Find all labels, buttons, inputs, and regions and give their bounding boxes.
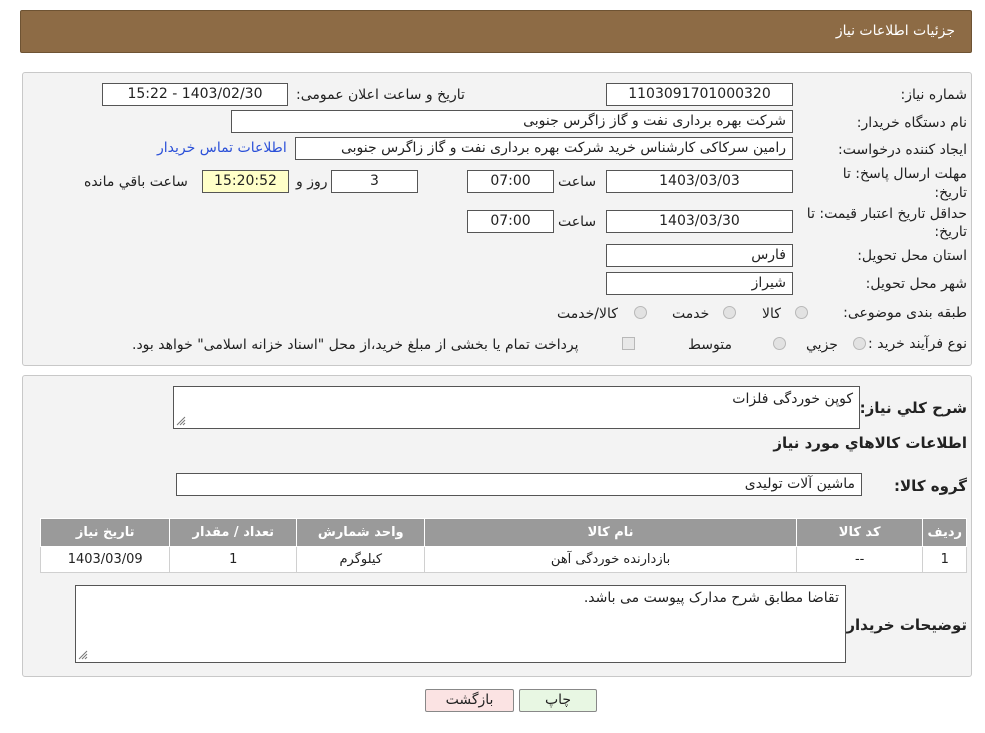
validity-label: حداقل تاریخ اعتبار قیمت: تا xyxy=(807,206,967,222)
description-text: کوپن خوردگی فلزات xyxy=(732,391,853,407)
page-header: جزئیات اطلاعات نیاز xyxy=(20,10,972,53)
deadline-time-label: ساعت xyxy=(558,174,596,190)
cell-quantity: 1 xyxy=(170,547,297,573)
col-header-quantity: تعداد / مقدار xyxy=(170,519,297,547)
goods-table-header-row: رديف کد کالا نام کالا واحد شمارش تعداد /… xyxy=(41,519,967,547)
col-header-need-date: تاریخ نیاز xyxy=(41,519,170,547)
col-header-item-name: نام کالا xyxy=(425,519,797,547)
remaining-days-field: 3 xyxy=(331,170,418,193)
category-service-radio[interactable] xyxy=(723,306,736,319)
resize-grip-icon[interactable] xyxy=(78,650,88,660)
cell-need-date: 1403/03/09 xyxy=(41,547,170,573)
cell-row-number: 1 xyxy=(923,547,967,573)
cell-item-code: -- xyxy=(796,547,923,573)
cell-unit: کیلوگرم xyxy=(297,547,425,573)
city-field: شیراز xyxy=(606,272,793,295)
category-goods-radio[interactable] xyxy=(795,306,808,319)
treasury-payment-note: پرداخت تمام یا بخشی از مبلغ خرید،از محل … xyxy=(132,337,578,353)
deadline-time-field: 07:00 xyxy=(467,170,554,193)
creator-label: ایجاد کننده درخواست: xyxy=(838,142,967,158)
table-row: 1 -- بازدارنده خوردگی آهن کیلوگرم 1 1403… xyxy=(41,547,967,573)
province-field: فارس xyxy=(606,244,793,267)
col-header-row-number: رديف xyxy=(923,519,967,547)
buyer-notes-label: توضیحات خریدار: xyxy=(840,616,967,634)
process-medium-radio[interactable] xyxy=(773,337,786,350)
remaining-label: ساعت باقي مانده xyxy=(84,174,188,190)
buyer-contact-link[interactable]: اطلاعات تماس خریدار xyxy=(157,140,287,156)
back-button[interactable]: بازگشت xyxy=(425,689,514,712)
goods-table: رديف کد کالا نام کالا واحد شمارش تعداد /… xyxy=(40,518,967,573)
print-button[interactable]: چاپ xyxy=(519,689,597,712)
resize-grip-icon[interactable] xyxy=(176,416,186,426)
col-header-unit: واحد شمارش xyxy=(297,519,425,547)
deadline-date-field: 1403/03/03 xyxy=(606,170,793,193)
buyer-org-label: نام دستگاه خریدار: xyxy=(857,115,967,131)
remaining-time-field: 15:20:52 xyxy=(202,170,289,193)
description-label: شرح کلي نياز: xyxy=(860,399,967,417)
creator-field: رامین سرکاکی کارشناس خرید شرکت بهره بردا… xyxy=(295,137,793,160)
deadline-label: مهلت ارسال پاسخ: تا xyxy=(843,166,967,182)
goods-info-title: اطلاعات کالاهاي مورد نياز xyxy=(773,434,967,452)
announce-datetime-label: تاریخ و ساعت اعلان عمومی: xyxy=(296,87,465,103)
goods-group-field: ماشین آلات تولیدی xyxy=(176,473,862,496)
category-goods-label: کالا xyxy=(762,306,781,322)
goods-group-label: گروه کالا: xyxy=(894,477,967,495)
need-number-label: شماره نیاز: xyxy=(901,87,968,103)
process-minor-label: جزيي xyxy=(806,337,838,353)
validity-time-label: ساعت xyxy=(558,214,596,230)
page-title: جزئیات اطلاعات نیاز xyxy=(836,23,955,39)
province-label: استان محل تحویل: xyxy=(857,248,967,264)
process-minor-radio[interactable] xyxy=(853,337,866,350)
col-header-item-code: کد کالا xyxy=(796,519,923,547)
city-label: شهر محل تحویل: xyxy=(866,276,967,292)
deadline-label-date: تاریخ: xyxy=(934,185,967,201)
validity-date-field: 1403/03/30 xyxy=(606,210,793,233)
days-label: روز و xyxy=(296,174,328,190)
category-label: طبقه بندی موضوعی: xyxy=(843,305,967,321)
buyer-notes-text: تقاضا مطابق شرح مدارک پیوست می باشد. xyxy=(584,590,839,606)
process-medium-label: متوسط xyxy=(688,337,732,353)
validity-time-field: 07:00 xyxy=(467,210,554,233)
cell-item-name: بازدارنده خوردگی آهن xyxy=(425,547,797,573)
description-textarea[interactable]: کوپن خوردگی فلزات xyxy=(173,386,860,429)
process-type-label: نوع فرآیند خرید : xyxy=(868,336,967,352)
goods-table-wrapper: رديف کد کالا نام کالا واحد شمارش تعداد /… xyxy=(40,518,967,573)
treasury-payment-checkbox[interactable] xyxy=(622,337,635,350)
validity-label-date: تاریخ: xyxy=(934,224,967,240)
category-goods-service-radio[interactable] xyxy=(634,306,647,319)
category-goods-service-label: کالا/خدمت xyxy=(557,306,618,322)
category-service-label: خدمت xyxy=(672,306,709,322)
buyer-notes-textarea[interactable]: تقاضا مطابق شرح مدارک پیوست می باشد. xyxy=(75,585,846,663)
announce-datetime-field: 1403/02/30 - 15:22 xyxy=(102,83,288,106)
need-number-field: 1103091701000320 xyxy=(606,83,793,106)
buyer-org-field: شرکت بهره برداری نفت و گاز زاگرس جنوبی xyxy=(231,110,793,133)
